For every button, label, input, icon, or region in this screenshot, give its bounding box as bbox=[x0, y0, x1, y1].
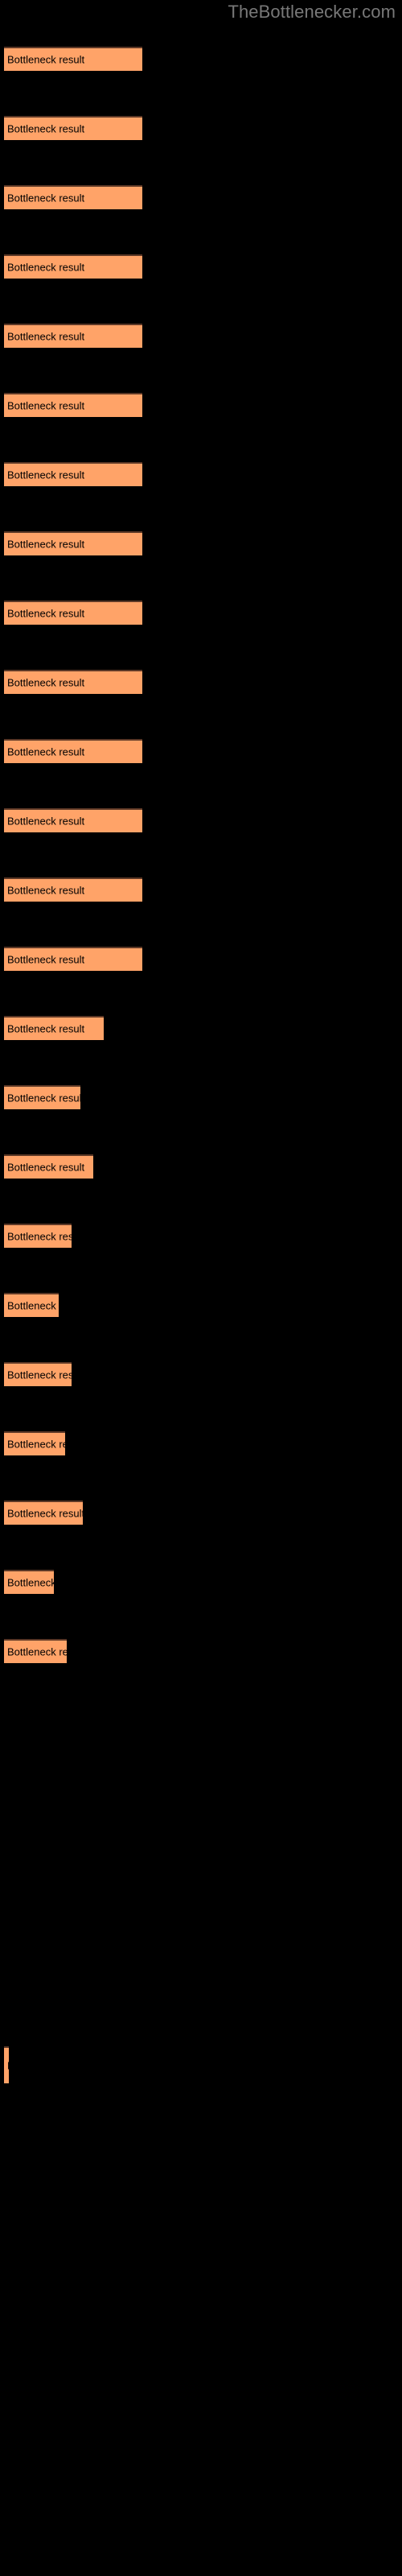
bar-9: Bottleneck result bbox=[4, 601, 142, 625]
bar-label: Bottleneck result bbox=[7, 884, 85, 897]
bar-6: Bottleneck result bbox=[4, 393, 142, 417]
bar-20: Bottleneck result bbox=[4, 1362, 72, 1386]
bar-15: Bottleneck result bbox=[4, 1016, 104, 1040]
bar-label: Bottleneck result bbox=[7, 1092, 80, 1104]
bar-label: Bottleneck result bbox=[7, 122, 85, 135]
bar-label: Bottleneck result bbox=[7, 2060, 9, 2072]
bar-label: Bottleneck result bbox=[7, 815, 85, 828]
bar-19: Bottleneck result bbox=[4, 1293, 59, 1317]
bar-21: Bottleneck result bbox=[4, 1431, 65, 1455]
bar-8: Bottleneck result bbox=[4, 531, 142, 555]
bar-23: Bottleneck result bbox=[4, 1570, 54, 1594]
bar-16: Bottleneck result bbox=[4, 1085, 80, 1109]
bar-label: Bottleneck result bbox=[7, 1645, 67, 1658]
bar-1: Bottleneck result bbox=[4, 47, 142, 71]
bar-label: Bottleneck result bbox=[7, 469, 85, 481]
bar-label: Bottleneck result bbox=[7, 1438, 65, 1451]
bar-18: Bottleneck result bbox=[4, 1224, 72, 1248]
bar-label: Bottleneck result bbox=[7, 330, 85, 343]
bar-label: Bottleneck result bbox=[7, 53, 85, 66]
bar-2: Bottleneck result bbox=[4, 116, 142, 140]
bar-label: Bottleneck result bbox=[7, 1507, 83, 1520]
bar-4: Bottleneck result bbox=[4, 254, 142, 279]
bar-label: Bottleneck result bbox=[7, 192, 85, 204]
bar-label: Bottleneck result bbox=[7, 1299, 59, 1312]
bar-label: Bottleneck result bbox=[7, 261, 85, 274]
bar-17: Bottleneck result bbox=[4, 1154, 93, 1179]
bar-label: Bottleneck result bbox=[7, 399, 85, 412]
bar-5: Bottleneck result bbox=[4, 324, 142, 348]
bar-14: Bottleneck result bbox=[4, 947, 142, 971]
bar-label: Bottleneck result bbox=[7, 1230, 72, 1243]
bar-13: Bottleneck result bbox=[4, 877, 142, 902]
bar-label: Bottleneck result bbox=[7, 538, 85, 551]
bar-10: Bottleneck result bbox=[4, 670, 142, 694]
bar-label: Bottleneck result bbox=[7, 1161, 85, 1174]
bar-label: Bottleneck result bbox=[7, 676, 85, 689]
bar-3: Bottleneck result bbox=[4, 185, 142, 209]
bar-22: Bottleneck result bbox=[4, 1501, 83, 1525]
bar-label: Bottleneck result bbox=[7, 745, 85, 758]
bar-label: Bottleneck result bbox=[7, 1368, 72, 1381]
bar-label: Bottleneck result bbox=[7, 1576, 54, 1589]
bar-11: Bottleneck result bbox=[4, 739, 142, 763]
bar-7: Bottleneck result bbox=[4, 462, 142, 486]
bar-label: Bottleneck result bbox=[7, 953, 85, 966]
bar-label: Bottleneck result bbox=[7, 1022, 85, 1035]
bar-25: Bottleneck result bbox=[4, 2046, 9, 2083]
bar-12: Bottleneck result bbox=[4, 808, 142, 832]
bottleneck-chart: TheBottlenecker.com Bottleneck result Bot… bbox=[0, 0, 402, 2576]
bar-label: Bottleneck result bbox=[7, 607, 85, 620]
site-watermark: TheBottlenecker.com bbox=[228, 2, 396, 22]
bar-24: Bottleneck result bbox=[4, 1639, 67, 1663]
